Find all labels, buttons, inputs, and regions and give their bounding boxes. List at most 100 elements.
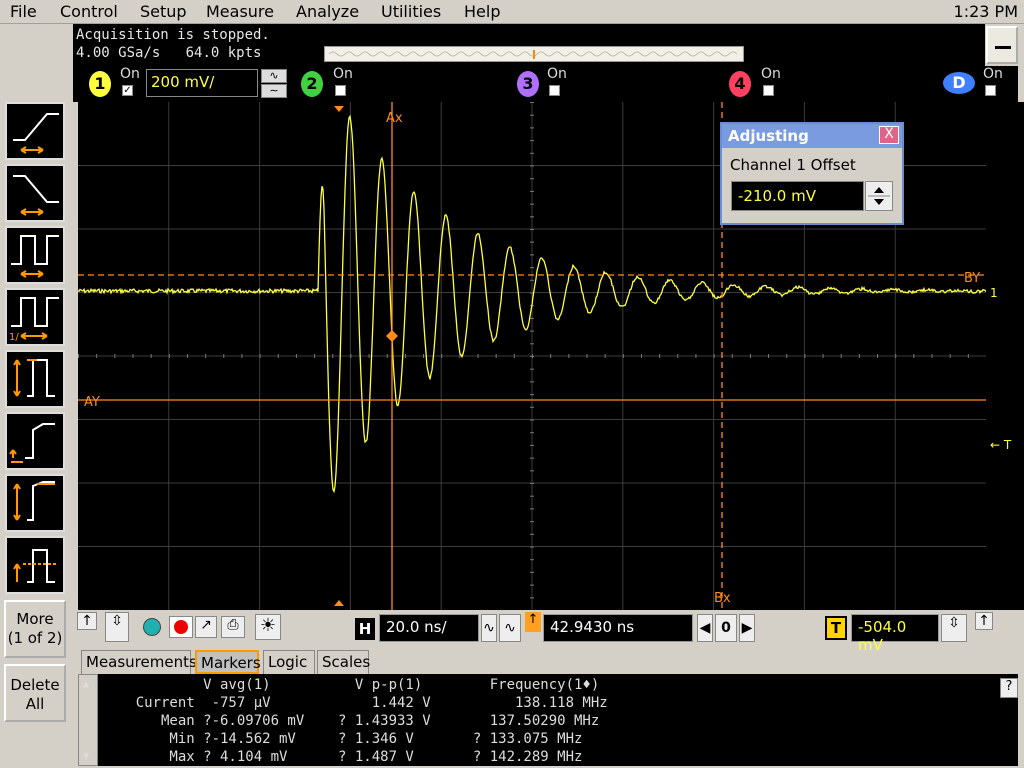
window-icon	[13, 549, 57, 583]
menu-file[interactable]: File	[10, 2, 37, 21]
clock: 1:23 PM	[953, 2, 1018, 21]
right-marker-strip: 1 ← T	[986, 102, 1024, 610]
delay-left-button[interactable]: ◀	[697, 614, 713, 642]
delay-ref-icon: ↑	[525, 612, 541, 632]
offset-spinner[interactable]	[865, 181, 893, 211]
ch1-on-label: On	[120, 66, 140, 82]
offset-value-field[interactable]: -210.0 mV	[731, 181, 864, 211]
run-icon[interactable]	[143, 618, 161, 636]
setup-hold-trigger-button[interactable]	[5, 412, 65, 470]
menu-measure[interactable]: Measure	[206, 2, 274, 21]
scale-fine-up-button[interactable]: ∿	[261, 69, 287, 83]
single-acquire-icon[interactable]: ↗	[195, 616, 217, 638]
sample-rate: 4.00 GSa/s	[76, 45, 161, 61]
delay-zero-button[interactable]: 0	[715, 614, 737, 642]
measurements-scrollbar[interactable]: ▲ ▼	[78, 674, 98, 766]
horizontal-icon: H	[355, 618, 375, 640]
digital-on-label: On	[983, 66, 1003, 82]
delay-field[interactable]: 42.9430 ns	[543, 614, 693, 642]
trigger-position-marker-bottom	[334, 600, 344, 606]
menu-bar: File Control Setup Measure Analyze Utili…	[0, 0, 1024, 24]
ch1-ground-label: 1	[990, 286, 998, 300]
falling-edge-trigger-button[interactable]	[5, 164, 65, 222]
measurement-row-mean: Mean ?-6.09706 mV ? 1.43933 V 137.50290 …	[102, 713, 600, 729]
rising-edge-trigger-button[interactable]	[5, 102, 65, 160]
control-bar: ↑ ⇳ ↗ ⎙ ☀ H 20.0 ns/ ∿ ∿ ↑ 42.9430 ns ◀ …	[73, 610, 1024, 654]
more-button[interactable]: More (1 of 2)	[4, 600, 66, 658]
dialog-title: Adjusting	[722, 124, 902, 148]
stop-button[interactable]	[169, 616, 193, 638]
period-trigger-button[interactable]: 1/	[5, 288, 65, 346]
ch2-on-label: On	[333, 66, 353, 82]
channel-2-icon[interactable]: 2	[301, 71, 323, 97]
ch2-on-checkbox[interactable]	[335, 85, 346, 96]
tab-logic[interactable]: Logic	[263, 650, 315, 674]
digital-channel-icon[interactable]: D	[943, 72, 975, 94]
more-sublabel: (1 of 2)	[7, 629, 63, 647]
more-label: More	[16, 610, 54, 628]
channel-1-icon[interactable]: 1	[89, 71, 111, 97]
menu-setup[interactable]: Setup	[140, 2, 187, 21]
svg-text:1/: 1/	[9, 332, 19, 343]
waveform-overview-bar[interactable]	[324, 46, 744, 62]
help-button[interactable]: ?	[1000, 678, 1018, 698]
menu-analyze[interactable]: Analyze	[296, 2, 359, 21]
rising-edge-icon	[13, 113, 59, 154]
ch4-on-checkbox[interactable]	[763, 85, 774, 96]
marker-ax-label: Ax	[386, 111, 403, 126]
window-trigger-button[interactable]	[5, 536, 65, 594]
delay-right-button[interactable]: ▶	[739, 614, 755, 642]
runt-icon	[13, 359, 55, 397]
acquisition-status: Acquisition is stopped.	[76, 27, 270, 43]
trigger-level-label: ← T	[990, 438, 1012, 452]
menu-help[interactable]: Help	[464, 2, 500, 21]
tab-measurements[interactable]: Measurements	[81, 650, 197, 674]
adjusting-dialog: Adjusting X Channel 1 Offset -210.0 mV	[720, 122, 904, 225]
transition-trigger-button[interactable]	[5, 474, 65, 532]
falling-edge-icon	[13, 175, 59, 216]
ch1-on-checkbox[interactable]: ✓	[122, 85, 133, 96]
menu-control[interactable]: Control	[60, 2, 118, 21]
channel-3-icon[interactable]: 3	[517, 71, 539, 97]
menu-utilities[interactable]: Utilities	[381, 2, 441, 21]
trigger-position-marker	[334, 106, 344, 112]
delete-all-button[interactable]: Delete All	[4, 664, 66, 722]
ch1-scale-field[interactable]: 200 mV/	[146, 69, 258, 97]
dialog-close-button[interactable]: X	[879, 126, 899, 144]
trigger-toolbar: 1/ More (1 of 2) Delete All	[0, 100, 73, 768]
pulse-width-icon	[11, 235, 59, 278]
marker-a-diamond	[386, 330, 398, 342]
marker-bx-label: Bx	[714, 591, 731, 606]
ch3-on-label: On	[547, 66, 567, 82]
scale-fine-down-button[interactable]: ∼	[261, 84, 287, 98]
tab-markers[interactable]: Markers	[195, 650, 261, 674]
minimize-button[interactable]	[986, 26, 1018, 64]
ch3-on-checkbox[interactable]	[549, 85, 560, 96]
measurement-row-min: Min ?-14.562 mV ? 1.346 V ? 133.075 MHz	[102, 731, 583, 747]
trigger-level-field[interactable]: -504.0 mV	[851, 614, 939, 654]
transition-icon	[13, 481, 55, 521]
marker-ay-label: AY	[84, 395, 100, 410]
setup-hold-icon	[9, 423, 55, 463]
up-arrow-icon[interactable]: ↑	[77, 612, 97, 630]
memory-depth: 64.0 kpts	[185, 45, 262, 61]
trigger-icon: T	[825, 616, 847, 640]
delete-sublabel: All	[25, 695, 45, 713]
period-icon: 1/	[9, 297, 59, 343]
scroll-spinner[interactable]: ⇳	[105, 612, 129, 642]
trigger-level-spinner[interactable]: ⇳	[941, 614, 967, 642]
channel-4-icon[interactable]: 4	[729, 71, 751, 97]
digital-on-checkbox[interactable]	[985, 85, 996, 96]
ch4-on-label: On	[761, 66, 781, 82]
pulse-width-trigger-button[interactable]	[5, 226, 65, 284]
timebase-fine-icon[interactable]: ∿	[481, 614, 497, 642]
tab-scales[interactable]: Scales	[317, 650, 370, 674]
brightness-icon[interactable]: ☀	[255, 614, 281, 640]
print-icon[interactable]: ⎙	[221, 616, 245, 638]
up-arrow-icon-right[interactable]: ↑	[975, 612, 993, 630]
measurement-row-current: Current -757 µV 1.442 V 138.118 MHz	[102, 695, 608, 711]
timebase-coarse-icon[interactable]: ∿	[499, 614, 521, 642]
timebase-field[interactable]: 20.0 ns/	[379, 614, 479, 642]
marker-by-label: BY	[964, 271, 980, 286]
runt-trigger-button[interactable]	[5, 350, 65, 408]
